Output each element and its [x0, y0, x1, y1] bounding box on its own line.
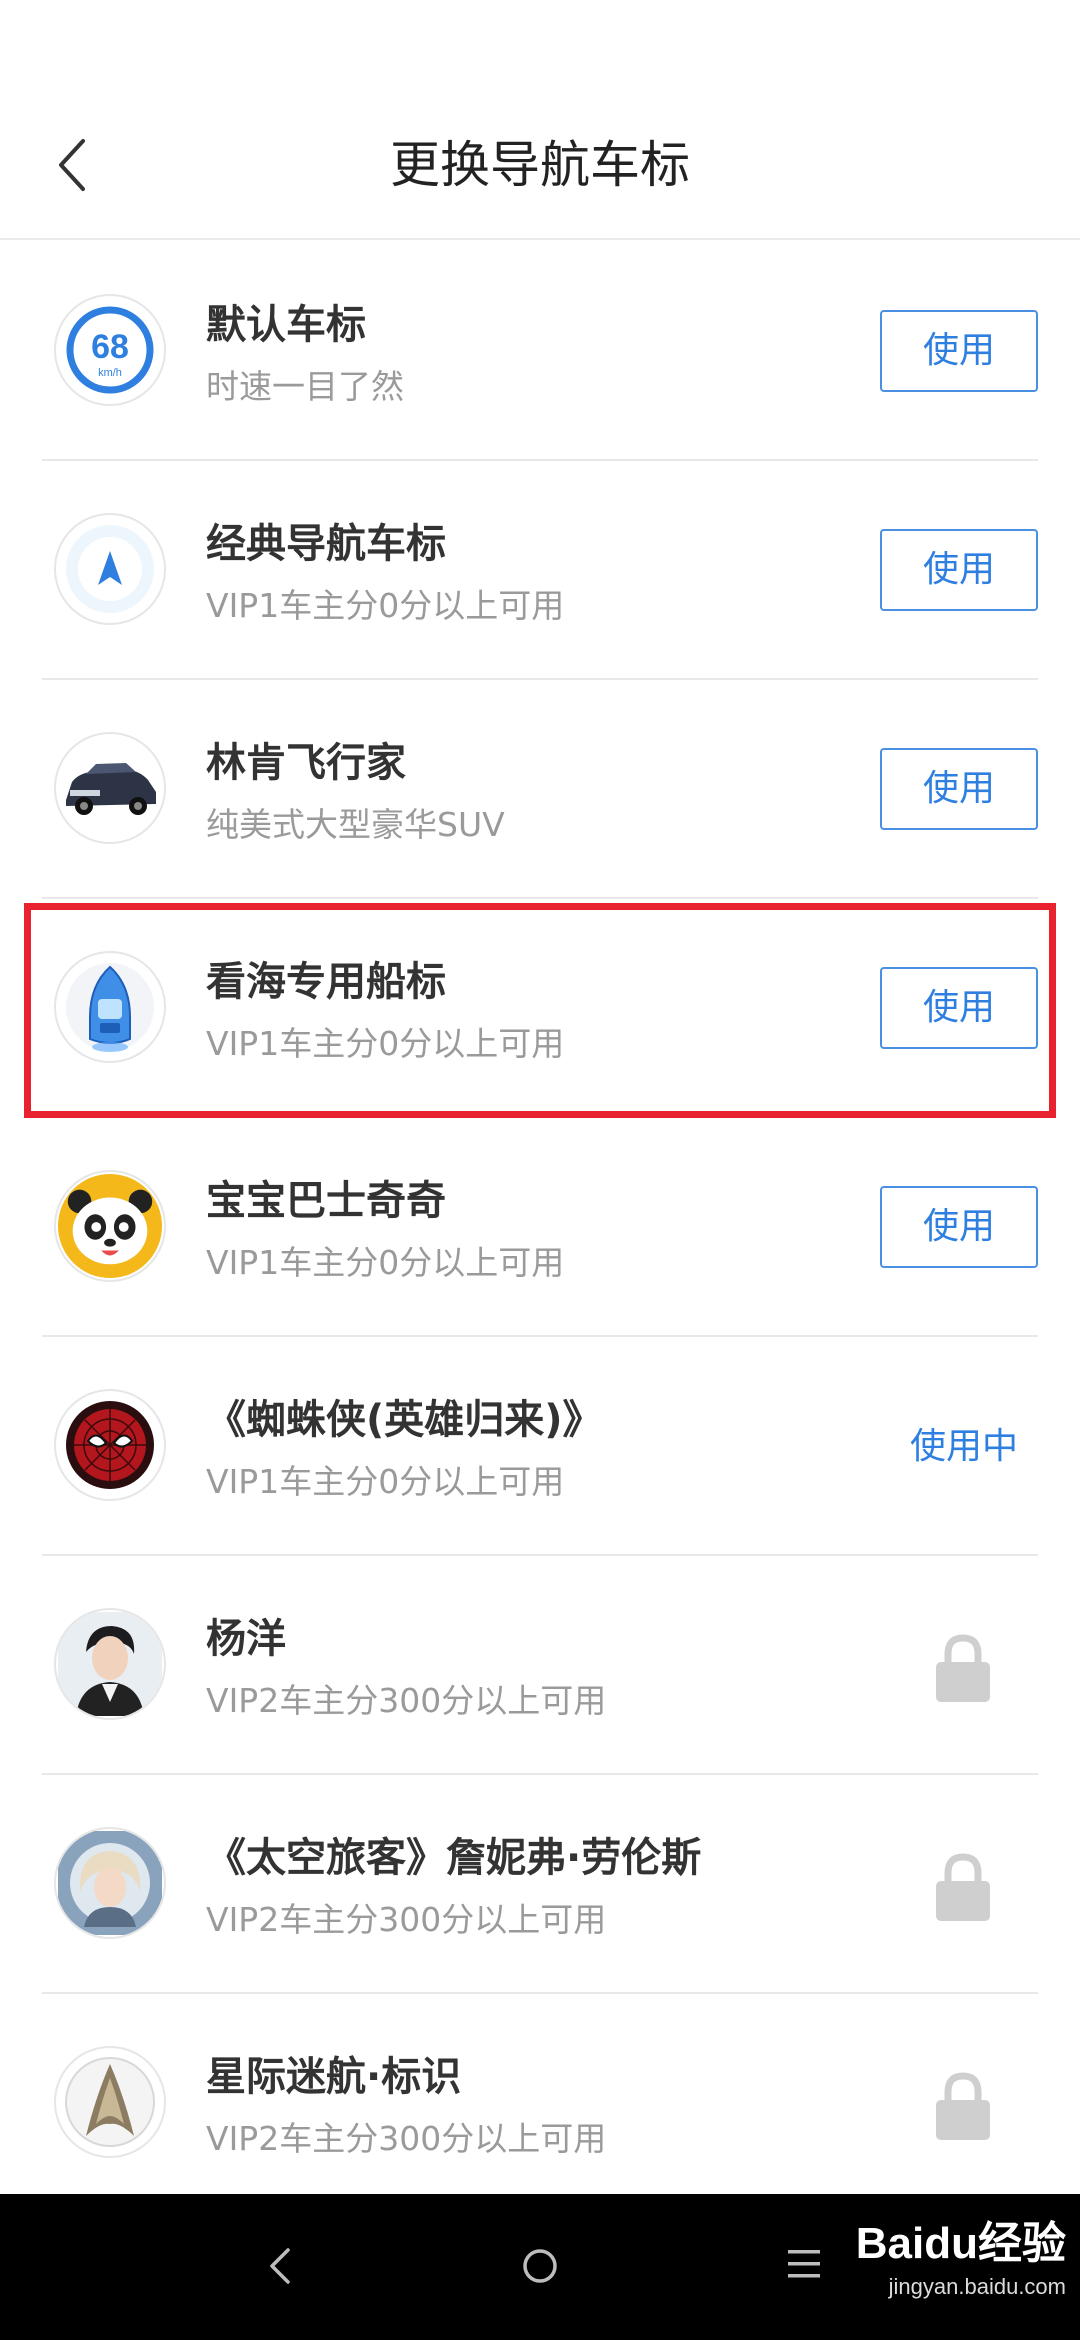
item-title: 默认车标 — [206, 302, 366, 348]
svg-text:68: 68 — [91, 328, 129, 366]
avatar — [54, 1608, 166, 1720]
avatar — [54, 513, 166, 625]
system-navigation-bar: Baidu经验 jingyan.baidu.com — [0, 2194, 1080, 2340]
nav-home-button[interactable] — [510, 2236, 570, 2296]
item-subtitle: VIP2车主分300分以上可用 — [206, 1900, 607, 1939]
person-portrait-icon — [58, 1831, 162, 1935]
panda-icon — [57, 1173, 163, 1279]
list-item: 《太空旅客》詹妮弗·劳伦斯 VIP2车主分300分以上可用 — [0, 1775, 1080, 1994]
watermark: Baidu经验 jingyan.baidu.com — [856, 2216, 1066, 2302]
navigation-arrow-icon — [66, 525, 154, 613]
avatar: 68 km/h — [54, 294, 166, 406]
item-title: 宝宝巴士奇奇 — [206, 1178, 446, 1224]
boat-icon — [66, 963, 154, 1052]
spiderman-icon — [66, 1401, 154, 1489]
starfleet-badge-icon — [65, 2057, 155, 2147]
avatar — [54, 951, 166, 1063]
use-button[interactable]: 使用 — [880, 748, 1038, 830]
list-item: 68 km/h 默认车标 时速一目了然 使用 — [0, 242, 1080, 461]
item-subtitle: VIP1车主分0分以上可用 — [206, 1024, 565, 1063]
watermark-brand: Baidu经验 — [855, 2219, 1066, 2268]
suv-car-icon — [66, 763, 156, 815]
header: 更换导航车标 — [0, 90, 1080, 240]
item-title: 杨洋 — [206, 1616, 286, 1662]
item-subtitle: VIP1车主分0分以上可用 — [206, 586, 565, 625]
person-portrait-icon — [58, 1612, 162, 1716]
avatar — [54, 1827, 166, 1939]
in-use-status: 使用中 — [909, 1426, 1018, 1467]
avatar — [54, 1170, 166, 1282]
avatar — [54, 732, 166, 844]
nav-home-icon — [523, 2249, 557, 2283]
list-item: 杨洋 VIP2车主分300分以上可用 — [0, 1556, 1080, 1775]
use-button[interactable]: 使用 — [880, 529, 1038, 611]
list-item: 宝宝巴士奇奇 VIP1车主分0分以上可用 使用 — [0, 1118, 1080, 1337]
item-subtitle: VIP2车主分300分以上可用 — [206, 2119, 607, 2158]
list-item: 星际迷航·标识 VIP2车主分300分以上可用 — [0, 1994, 1080, 2213]
lock-icon — [936, 1853, 990, 1921]
use-button[interactable]: 使用 — [880, 967, 1038, 1049]
list-item: 《蜘蛛侠(英雄归来)》 VIP1车主分0分以上可用 使用中 — [0, 1337, 1080, 1556]
item-title: 《太空旅客》詹妮弗·劳伦斯 — [206, 1835, 702, 1881]
item-subtitle: 时速一目了然 — [206, 367, 404, 406]
item-title: 《蜘蛛侠(英雄归来)》 — [206, 1397, 603, 1443]
list-item: 看海专用船标 VIP1车主分0分以上可用 使用 — [0, 899, 1080, 1118]
speed-68-icon: 68 km/h — [66, 306, 154, 394]
item-subtitle: VIP1车主分0分以上可用 — [206, 1243, 565, 1282]
list-item: 林肯飞行家 纯美式大型豪华SUV 使用 — [0, 680, 1080, 899]
avatar — [54, 1389, 166, 1501]
item-subtitle: VIP2车主分300分以上可用 — [206, 1681, 607, 1720]
lock-icon — [936, 1634, 990, 1702]
lock-icon — [936, 2072, 990, 2140]
item-title: 星际迷航·标识 — [206, 2054, 462, 2100]
use-button[interactable]: 使用 — [880, 310, 1038, 392]
status-bar — [0, 0, 1080, 90]
svg-text:km/h: km/h — [98, 367, 122, 379]
avatar — [54, 2046, 166, 2158]
car-icon-list: 68 km/h 默认车标 时速一目了然 使用 经典导航车标 VIP1车主分0分以… — [0, 242, 1080, 2213]
nav-back-icon — [270, 2248, 290, 2284]
item-subtitle: VIP1车主分0分以上可用 — [206, 1462, 565, 1501]
page-title: 更换导航车标 — [390, 136, 690, 194]
item-title: 林肯飞行家 — [206, 740, 406, 786]
item-title: 经典导航车标 — [206, 521, 446, 567]
watermark-url: jingyan.baidu.com — [888, 2274, 1066, 2299]
use-button[interactable]: 使用 — [880, 1186, 1038, 1268]
item-title: 看海专用船标 — [206, 959, 446, 1005]
nav-menu-icon[interactable] — [786, 2244, 822, 2284]
list-item: 经典导航车标 VIP1车主分0分以上可用 使用 — [0, 461, 1080, 680]
item-subtitle: 纯美式大型豪华SUV — [206, 805, 505, 844]
nav-back-button[interactable] — [250, 2236, 310, 2296]
